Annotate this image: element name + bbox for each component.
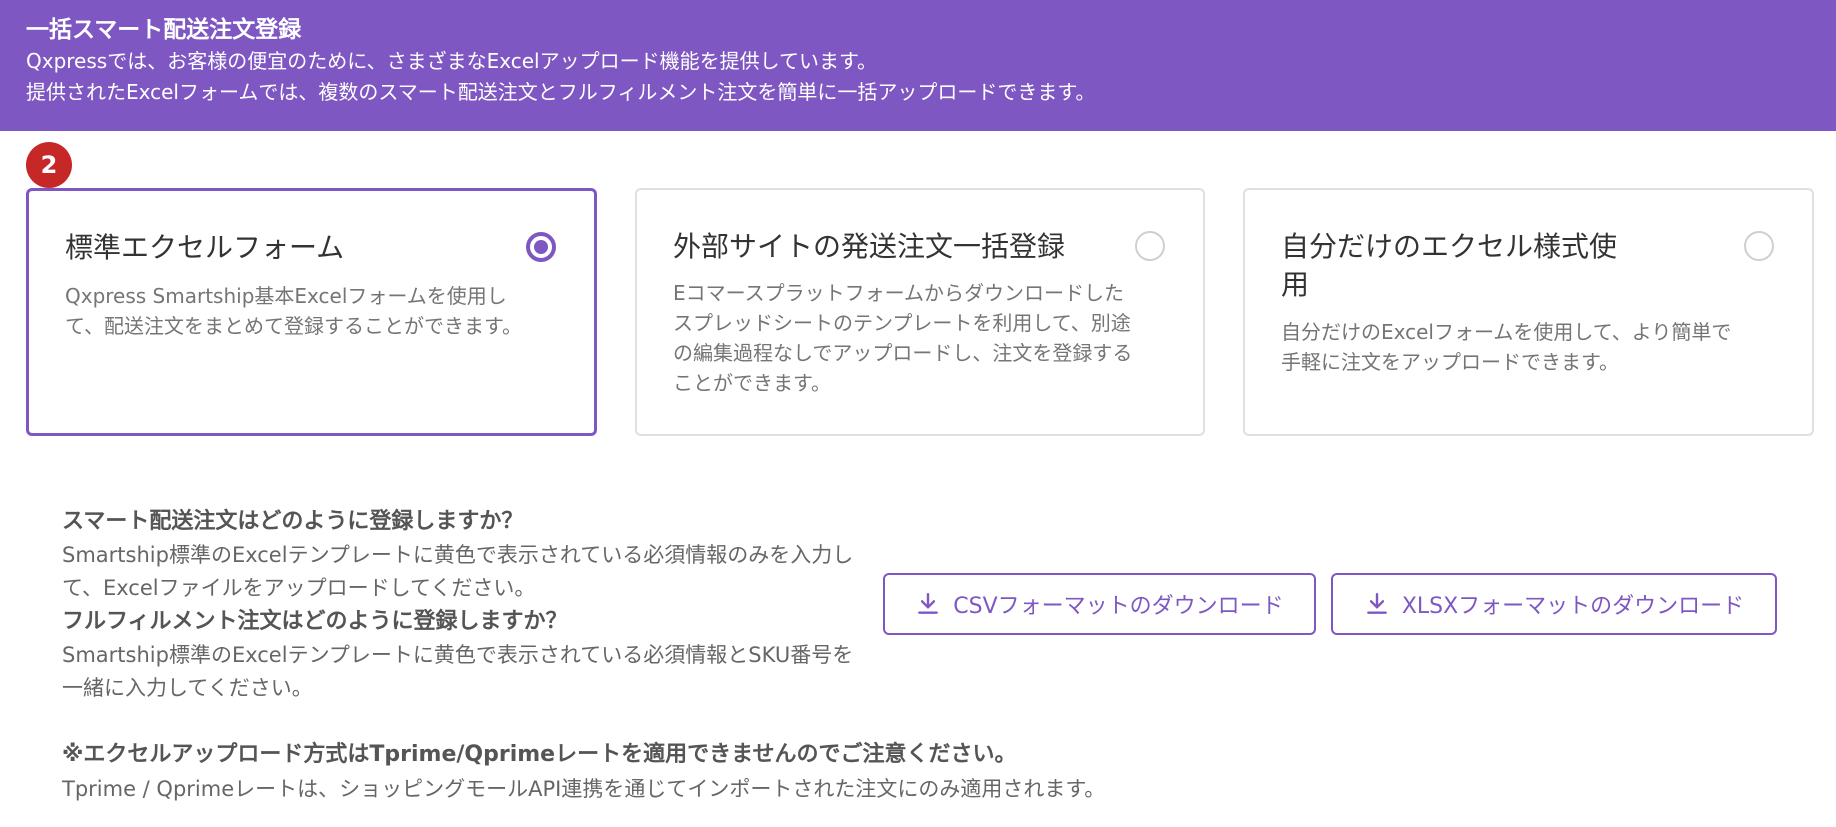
radio-custom-excel[interactable] xyxy=(1744,231,1774,261)
step-number-badge: 2 xyxy=(26,142,72,188)
option-card-external-site[interactable]: 外部サイトの発送注文一括登録 Eコマースプラットフォームからダウンロードしたスプ… xyxy=(635,188,1205,436)
fulfillment-order-heading: フルフィルメント注文はどのように登録しますか？ xyxy=(62,609,568,634)
xlsx-download-label: XLSXフォーマットのダウンロード xyxy=(1401,594,1745,619)
option-card-title: 標準エクセルフォーム xyxy=(65,231,345,264)
rate-notice-section: ※エクセルアップロード方式はTprime/Qprimeレートを適用できませんので… xyxy=(62,738,1762,806)
download-icon xyxy=(918,593,939,614)
csv-download-label: CSVフォーマットのダウンロード xyxy=(953,594,1284,619)
download-icon xyxy=(1366,593,1387,614)
upload-info-section: スマート配送注文はどのように登録しますか？ Smartship標準のExcelテ… xyxy=(62,505,862,705)
banner-description-line-2: 提供されたExcelフォームでは、複数のスマート配送注文とフルフィルメント注文を… xyxy=(26,80,1096,104)
page-title: 一括スマート配送注文登録 xyxy=(26,17,302,43)
radio-standard-excel[interactable] xyxy=(526,232,556,262)
smart-order-text: Smartship標準のExcelテンプレートに黄色で表示されている必須情報のみ… xyxy=(62,543,854,600)
page-banner: 一括スマート配送注文登録 Qxpressでは、お客様の便宜のために、さまざまなE… xyxy=(0,0,1836,131)
option-card-title: 外部サイトの発送注文一括登録 xyxy=(673,230,1066,263)
option-card-description: Qxpress Smartship基本Excelフォームを使用して、配送注文をま… xyxy=(65,284,522,338)
option-card-custom-excel[interactable]: 自分だけのエクセル様式使用 自分だけのExcelフォームを使用して、より簡単で手… xyxy=(1243,188,1814,436)
option-card-standard-excel[interactable]: 標準エクセルフォーム Qxpress Smartship基本Excelフォームを… xyxy=(26,188,597,436)
fulfillment-order-text: Smartship標準のExcelテンプレートに黄色で表示されている必須情報とS… xyxy=(62,643,854,700)
banner-description-line-1: Qxpressでは、お客様の便宜のために、さまざまなExcelアップロード機能を… xyxy=(26,49,877,73)
option-card-title: 自分だけのエクセル様式使用 xyxy=(1281,230,1618,301)
smart-order-heading: スマート配送注文はどのように登録しますか？ xyxy=(62,509,524,534)
xlsx-download-button[interactable]: XLSXフォーマットのダウンロード xyxy=(1331,573,1777,635)
option-card-description: 自分だけのExcelフォームを使用して、より簡単で手軽に注文をアップロードできま… xyxy=(1281,320,1732,374)
radio-external-site[interactable] xyxy=(1135,231,1165,261)
option-card-description: Eコマースプラットフォームからダウンロードしたスプレッドシートのテンプレートを利… xyxy=(673,281,1133,395)
rate-notice-heading: ※エクセルアップロード方式はTprime/Qprimeレートを適用できませんので… xyxy=(62,742,1017,767)
rate-notice-text: Tprime / Qprimeレートは、ショッピングモールAPI連携を通じてイン… xyxy=(62,777,1106,801)
csv-download-button[interactable]: CSVフォーマットのダウンロード xyxy=(883,573,1316,635)
